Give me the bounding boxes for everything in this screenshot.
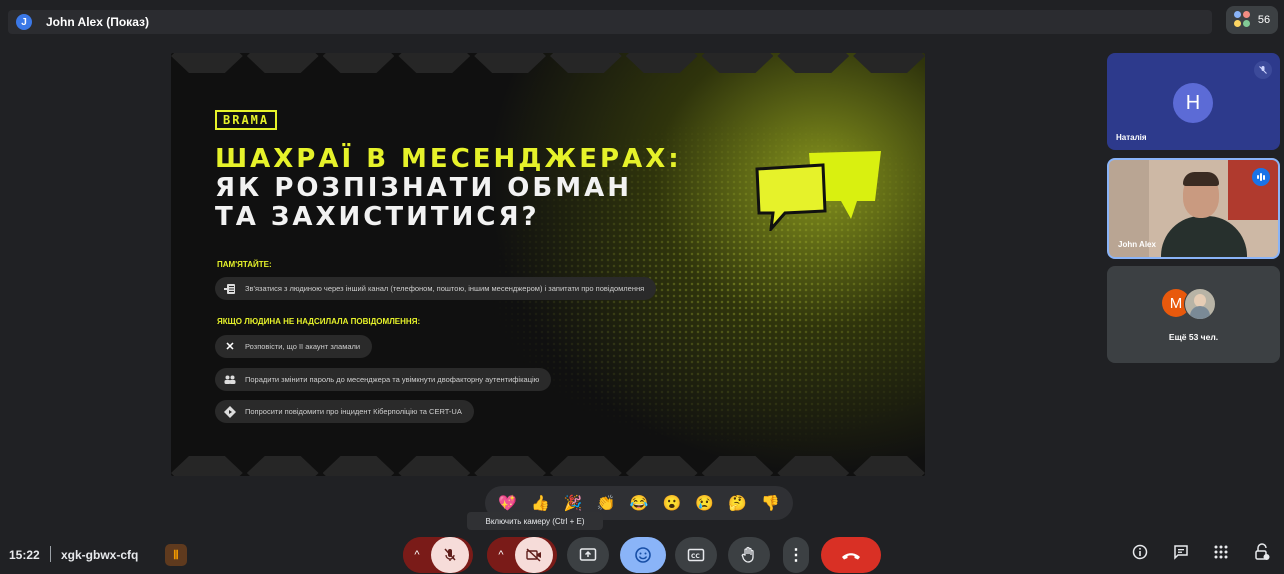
participant-count: 56 — [1257, 14, 1271, 26]
presentation-slide: BRAMA ШАХРАЇ В МЕСЕНДЖЕРАХ: ЯК РОЗПІЗНАТ… — [171, 53, 925, 476]
smiley-icon — [635, 547, 651, 563]
close-icon: ✕ — [225, 341, 235, 353]
title-line-2: ЯК РОЗПІЗНАТИ ОБМАН — [215, 173, 632, 203]
remember-item-text: Зв'язатися з людиною через інший канал (… — [245, 284, 645, 293]
step-text: Попросити повідомити про інцидент Кіберп… — [245, 407, 462, 416]
hand-icon — [741, 546, 754, 563]
present-screen-button[interactable] — [567, 537, 609, 573]
activity-icon[interactable]: Ⅱ — [165, 544, 187, 566]
camera-tooltip: Включить камеру (Ctrl + E) — [467, 512, 603, 530]
mic-options-chevron-icon[interactable]: ^ — [403, 537, 431, 573]
reaction-thumbs-up[interactable]: 👍 — [530, 493, 550, 513]
captions-button[interactable]: CC — [675, 537, 717, 573]
participant-name: Наталія — [1116, 133, 1147, 142]
mic-control: ^ — [403, 537, 473, 573]
slide-title: ШАХРАЇ В МЕСЕНДЖЕРАХ: ЯК РОЗПІЗНАТИ ОБМА… — [215, 145, 682, 232]
phone-hangup-icon — [842, 553, 860, 560]
reaction-surprised[interactable]: 😮 — [662, 493, 682, 513]
reaction-thumbs-down[interactable]: 👎 — [760, 493, 780, 513]
people-icon — [223, 373, 237, 387]
mic-off-icon — [444, 548, 456, 561]
step-text: Розповісти, що її акаунт зламали — [245, 342, 361, 351]
reaction-heart[interactable]: 💖 — [497, 493, 517, 513]
remember-item: Зв'язатися з людиною через інший канал (… — [215, 277, 657, 300]
clock: 15:22 — [9, 548, 40, 562]
camera-off-icon — [526, 548, 541, 562]
camera-toggle-button[interactable] — [515, 537, 553, 573]
more-options-icon[interactable]: ⋮ — [783, 537, 809, 573]
video-feed — [1161, 216, 1247, 257]
present-icon — [579, 548, 597, 561]
more-participants-label: Ещё 53 чел. — [1168, 332, 1219, 342]
avatar-photo — [1184, 288, 1216, 320]
participant-tile-john-alex[interactable]: John Alex — [1107, 158, 1280, 259]
camera-options-chevron-icon[interactable]: ^ — [487, 537, 515, 573]
reaction-laugh[interactable]: 😂 — [629, 493, 649, 513]
participants-count-button[interactable]: 56 — [1226, 6, 1278, 34]
participant-name: John Alex — [1118, 240, 1156, 249]
people-grid-icon — [1233, 11, 1252, 29]
reaction-clap[interactable]: 👏 — [596, 493, 616, 513]
remember-label: ПАМ'ЯТАЙТЕ: — [217, 260, 272, 269]
reaction-party[interactable]: 🎉 — [563, 493, 583, 513]
reaction-sad[interactable]: 😢 — [695, 493, 715, 513]
activities-grid-icon[interactable] — [1207, 538, 1235, 566]
raise-hand-button[interactable] — [728, 537, 770, 573]
diamond-arrow-icon — [223, 405, 237, 419]
mic-toggle-button[interactable] — [431, 537, 469, 573]
leave-call-button[interactable] — [821, 537, 881, 573]
reaction-thinking[interactable]: 🤔 — [728, 493, 748, 513]
speaking-indicator-icon — [1252, 168, 1270, 186]
mic-muted-icon — [1254, 61, 1272, 79]
step-item: ✕ Розповісти, що її акаунт зламали — [215, 335, 373, 358]
brand-logo: BRAMA — [215, 110, 278, 130]
presenter-avatar: J — [16, 14, 32, 30]
presenter-bar: J John Alex (Показ) — [8, 10, 1212, 34]
step-item: Попросити повідомити про інцидент Кіберп… — [215, 400, 474, 423]
reactions-button[interactable] — [620, 537, 666, 573]
more-participants-tile[interactable]: M Ещё 53 чел. — [1107, 266, 1280, 363]
speech-bubbles-icon — [755, 151, 881, 231]
step-text: Порадити змінити пароль до месенджера та… — [245, 375, 540, 384]
svg-text:CC: CC — [691, 553, 700, 560]
participant-tile-natalia[interactable]: H Наталія — [1107, 53, 1280, 150]
step-item: Порадити змінити пароль до месенджера та… — [215, 368, 552, 391]
presenter-label: John Alex (Показ) — [46, 15, 149, 29]
message-forward-icon — [223, 282, 237, 296]
camera-control: ^ — [487, 537, 557, 573]
if-not-sent-label: ЯКЩО ЛЮДИНА НЕ НАДСИЛАЛА ПОВІДОМЛЕННЯ: — [217, 317, 421, 326]
meeting-code: xgk-gbwx-cfq — [61, 548, 139, 562]
chat-icon[interactable] — [1167, 538, 1195, 566]
captions-icon: CC — [687, 548, 705, 562]
meeting-info-icon[interactable] — [1126, 538, 1154, 566]
host-controls-lock-icon[interactable] — [1248, 538, 1276, 566]
title-line-3: ТА ЗАХИСТИТИСЯ? — [215, 202, 540, 232]
divider — [50, 546, 51, 562]
avatar: H — [1173, 83, 1213, 123]
title-line-1: ШАХРАЇ В МЕСЕНДЖЕРАХ: — [215, 144, 682, 174]
